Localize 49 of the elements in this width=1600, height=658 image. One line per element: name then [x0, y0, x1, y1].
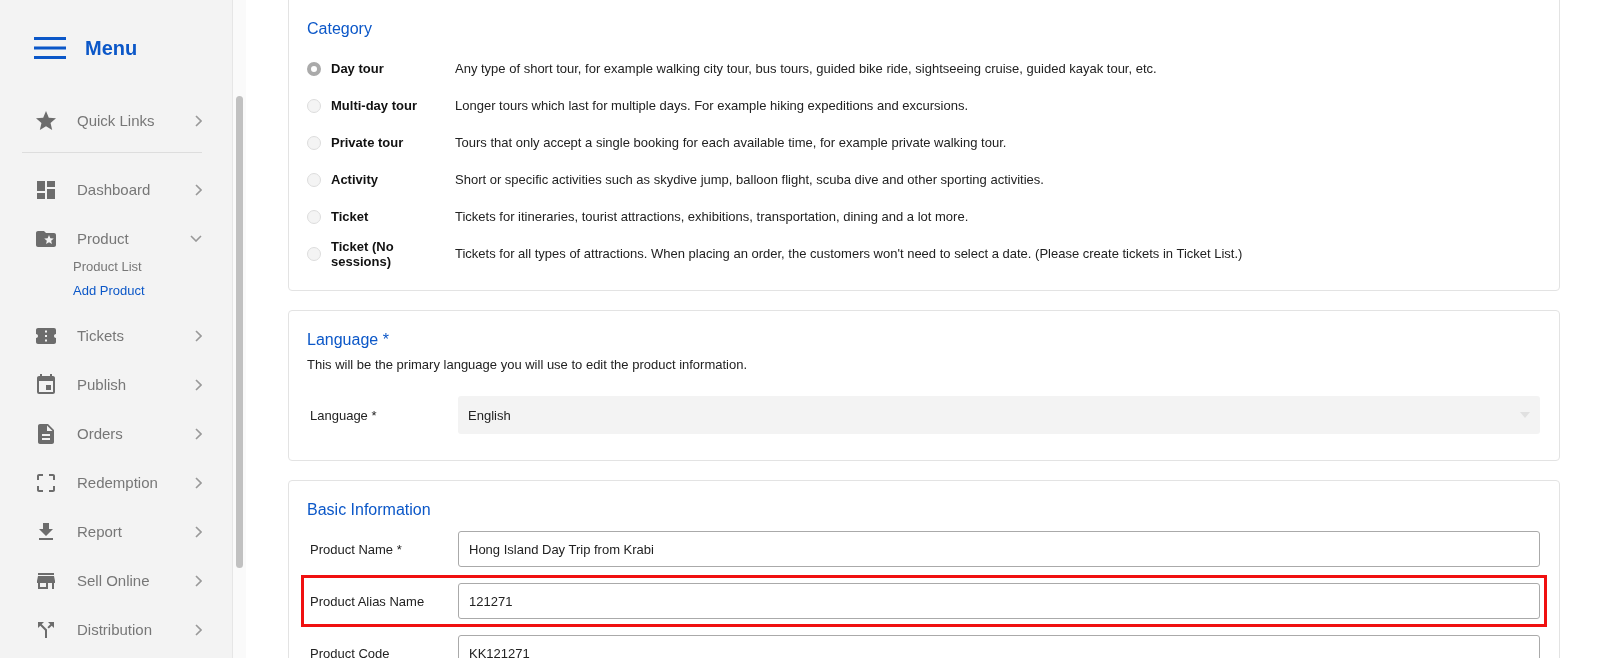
field-label: Product Name *	[309, 541, 403, 557]
section-description: This will be the primary language you will use to edit the product information.	[307, 357, 749, 372]
chevron-right-icon	[195, 623, 202, 636]
chevron-right-icon	[195, 427, 202, 440]
sidebar-item[interactable]: Orders	[0, 409, 232, 458]
field-label: Language *	[309, 407, 378, 423]
chevron-down-icon	[190, 235, 202, 242]
menu-title: Menu	[85, 36, 138, 60]
option-description: Tickets for all types of attractions. When placing an order, the customers won't need to select a date. (Please create tickets in Ticket List.)	[455, 246, 1243, 261]
option-label: Private tour	[331, 135, 405, 150]
option-label: Ticket (No sessions)	[331, 238, 395, 269]
option-description: Any type of short tour, for example walking city tour, bus tours, guided bike ride, sightseeing cruise, guided kayak tour, etc.	[455, 61, 1157, 76]
sidebar-item[interactable]: Redemption	[0, 458, 232, 507]
scrollbar-thumb[interactable]	[236, 96, 243, 568]
option-description: Tickets for itineraries, tourist attractions, exhibitions, transportation, dining and a lot more.	[455, 209, 969, 224]
option-description: Tours that only accept a single booking for each available time, for example private walking tour.	[455, 135, 1007, 150]
section-title: Category	[307, 20, 373, 38]
sidebar-item[interactable]: Report	[0, 507, 232, 556]
option-description: Longer tours which last for multiple days. For example hiking expeditions and excursions.	[455, 98, 969, 113]
chevron-right-icon	[195, 329, 202, 342]
chevron-right-icon	[195, 574, 202, 587]
chevron-right-icon	[195, 525, 202, 538]
option-label: Ticket	[331, 209, 370, 224]
language-select[interactable]: English	[458, 396, 1540, 434]
text-field[interactable]: 121271	[458, 583, 1540, 619]
chevron-right-icon	[195, 476, 202, 489]
radio-button[interactable]	[307, 61, 321, 76]
submenu-item[interactable]: Add Product	[0, 279, 232, 303]
chevron-right-icon	[195, 378, 202, 391]
option-description: Short or specific activities such as skydive jump, balloon flight, scuba dive and other sporting activities.	[455, 172, 1044, 187]
sidebar-item[interactable]: Publish	[0, 360, 232, 409]
option-label: Multi-day tour	[331, 98, 418, 113]
chevron-right-icon	[195, 114, 202, 127]
sidebar-item[interactable]: Dashboard	[0, 165, 232, 214]
sidebar-item[interactable]: Tickets	[0, 311, 232, 360]
option-label: Activity	[331, 172, 379, 187]
field-label: Product Code	[309, 645, 391, 658]
sidebar-item[interactable]: Sell Online	[0, 556, 232, 605]
section-title: Language *	[307, 331, 390, 349]
chevron-right-icon	[195, 183, 202, 196]
text-field[interactable]: Hong Island Day Trip from Krabi	[458, 531, 1540, 567]
section-title: Basic Information	[307, 501, 432, 519]
menu-icon[interactable]	[34, 37, 66, 59]
field-label: Product Alias Name	[309, 593, 426, 609]
option-label: Day tour	[331, 61, 385, 76]
text-field[interactable]: KK121271	[458, 635, 1540, 658]
sidebar-item[interactable]: Distribution	[0, 605, 232, 654]
sidebar-item[interactable]: Quick Links	[0, 96, 232, 145]
calendar-icon	[34, 372, 58, 397]
